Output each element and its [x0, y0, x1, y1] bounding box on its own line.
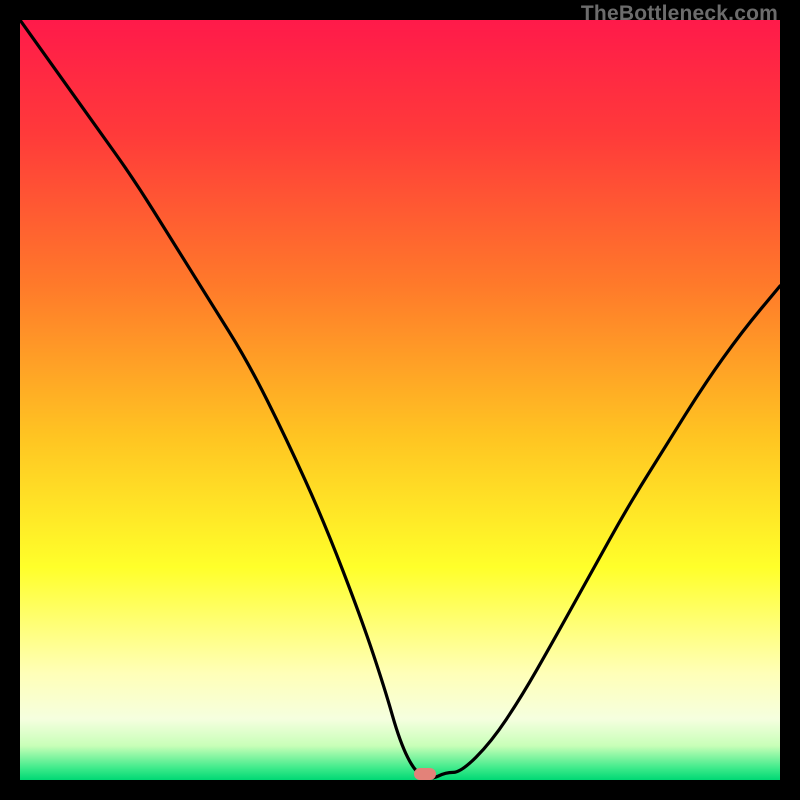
bottleneck-curve: [20, 20, 780, 780]
chart-frame: TheBottleneck.com: [0, 0, 800, 800]
watermark-text: TheBottleneck.com: [581, 2, 778, 26]
optimum-marker: [414, 768, 436, 780]
plot-area: [20, 20, 780, 780]
